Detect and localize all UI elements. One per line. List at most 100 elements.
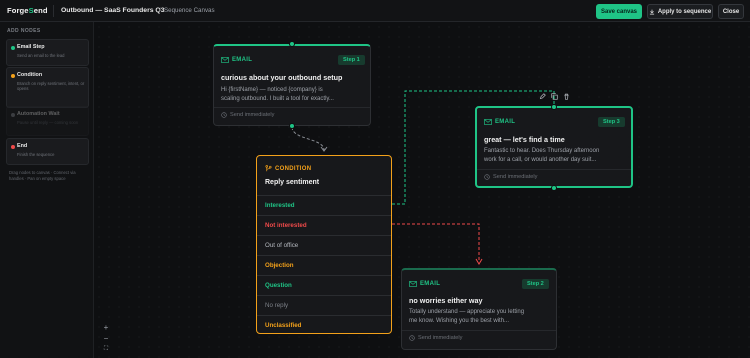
node-type: EMAIL <box>221 57 252 63</box>
zoom-out-icon: − <box>103 333 109 343</box>
email-node-step-2[interactable]: EMAIL Step 2 no worries either way Total… <box>401 268 557 350</box>
branch-label: Interested <box>265 202 295 209</box>
node-type-label: EMAIL <box>420 281 441 287</box>
email-preview: Totally understand — appreciate you lett… <box>409 308 524 325</box>
branch-label: Not interested <box>265 222 307 229</box>
branch-out-of-office[interactable]: Out of office <box>257 235 391 255</box>
input-handle[interactable] <box>289 41 295 47</box>
branch-no-reply[interactable]: No reply <box>257 295 391 315</box>
palette-item-name: Condition <box>17 72 43 78</box>
palette-item-email-step[interactable]: Email Step Send an email to the lead <box>6 39 89 66</box>
zoom-in-icon: + <box>103 322 109 332</box>
end-dot-icon <box>11 145 15 149</box>
input-handle[interactable] <box>551 104 557 110</box>
send-timing: Send immediately <box>409 335 462 341</box>
palette-heading: ADD NODES <box>7 28 41 34</box>
condition-title: Reply sentiment <box>265 179 320 186</box>
close-label: Close <box>722 8 740 15</box>
copy-icon[interactable] <box>550 92 558 100</box>
top-bar: ForgeSend Outbound — SaaS Founders Q3 / … <box>0 0 750 22</box>
send-timing-label: Send immediately <box>418 335 463 341</box>
save-canvas-button[interactable]: Save canvas <box>596 4 642 19</box>
palette-item-name: End <box>17 143 28 149</box>
email-preview-line: work for a call, or would another day su… <box>484 156 597 163</box>
clock-icon <box>221 112 227 118</box>
step-badge: Step 1 <box>338 55 365 65</box>
fit-view-icon: ⛶ <box>103 345 109 352</box>
campaign-title: Outbound — SaaS Founders Q3 <box>61 7 165 14</box>
mail-icon <box>409 281 417 287</box>
output-handle[interactable] <box>289 123 295 129</box>
mail-icon <box>484 119 492 125</box>
email-preview: Hi {firstName} — noticed {company} is sc… <box>221 86 334 103</box>
email-preview-line: me know. Wishing you the best with... <box>409 317 510 324</box>
apply-label: Apply to sequence <box>657 8 712 15</box>
divider <box>477 169 631 170</box>
send-timing-label: Send immediately <box>230 112 275 118</box>
node-type-label: EMAIL <box>232 57 253 63</box>
email-dot-icon <box>11 46 15 50</box>
divider <box>214 107 370 108</box>
branch-label: Question <box>265 282 292 289</box>
breadcrumb-page: Sequence Canvas <box>164 7 215 14</box>
send-timing-label: Send immediately <box>493 174 538 180</box>
condition-node[interactable]: CONDITION Reply sentiment Interested Not… <box>256 155 392 334</box>
palette-item-end[interactable]: End Finish the sequence <box>6 138 89 165</box>
app-logo[interactable]: ForgeSend <box>7 6 48 15</box>
palette-hint: Drag nodes to canvas · Connect via handl… <box>9 170 76 181</box>
condition-dot-icon <box>11 74 15 78</box>
branch-icon <box>265 165 272 172</box>
palette-item-desc: Finish the sequence <box>17 152 55 157</box>
output-handle[interactable] <box>551 185 557 191</box>
send-timing: Send immediately <box>221 112 274 118</box>
email-preview-line: Hi {firstName} — noticed {company} is <box>221 87 323 93</box>
clock-icon <box>484 174 490 180</box>
trash-icon[interactable] <box>562 92 570 100</box>
branch-interested[interactable]: Interested <box>257 195 391 215</box>
apply-to-sequence-button[interactable]: Apply to sequence <box>647 4 713 19</box>
breadcrumb-separator: / <box>159 7 161 14</box>
step-badge: Step 3 <box>598 117 625 127</box>
branch-unclassified[interactable]: Unclassified <box>257 315 391 335</box>
email-node-step-3[interactable]: EMAIL Step 3 great — let's find a time F… <box>475 106 633 188</box>
branch-question[interactable]: Question <box>257 275 391 295</box>
email-node-step-1[interactable]: EMAIL Step 1 curious about your outbound… <box>213 44 371 126</box>
branch-not-interested[interactable]: Not interested <box>257 215 391 235</box>
topbar-divider <box>53 5 54 17</box>
clock-icon <box>409 335 415 341</box>
node-type-label: CONDITION <box>275 165 312 172</box>
palette-item-desc: Branch on reply sentiment, intent, or op… <box>17 81 85 92</box>
palette-item-condition[interactable]: Condition Branch on reply sentiment, int… <box>6 67 89 108</box>
node-type: CONDITION <box>265 165 311 172</box>
fit-view-button[interactable]: ⛶ <box>101 344 111 354</box>
branch-label: No reply <box>265 302 289 309</box>
save-canvas-label: Save canvas <box>600 8 638 15</box>
email-preview-line: Fantastic to hear. Does Thursday afterno… <box>484 148 600 154</box>
palette-item-name: Automation Wait <box>17 111 60 117</box>
download-icon <box>649 9 654 14</box>
palette-item-desc: Send an email to the lead <box>17 53 65 58</box>
pencil-icon[interactable] <box>538 92 546 100</box>
node-palette: ADD NODES Email Step Send an email to th… <box>0 22 94 358</box>
email-preview-line: Totally understand — appreciate you lett… <box>409 309 525 315</box>
email-preview: Fantastic to hear. Does Thursday afterno… <box>484 147 599 164</box>
palette-item-name: Email Step <box>17 44 45 50</box>
zoom-in-button[interactable]: + <box>101 322 111 332</box>
step-badge: Step 2 <box>522 279 549 289</box>
palette-item-desc: Pause until reply — coming soon <box>17 120 79 125</box>
node-type: EMAIL <box>409 281 440 287</box>
branch-objection[interactable]: Objection <box>257 255 391 275</box>
zoom-out-button[interactable]: − <box>101 333 111 343</box>
email-preview-line: scaling outbound. I built a tool for exa… <box>221 95 334 102</box>
email-subject: no worries either way <box>409 296 483 305</box>
divider <box>402 330 556 331</box>
email-subject: great — let's find a time <box>484 135 565 144</box>
branch-label: Objection <box>265 262 294 269</box>
node-type-label: EMAIL <box>495 119 516 125</box>
branch-label: Out of office <box>265 242 299 249</box>
branch-label: Unclassified <box>265 322 302 329</box>
email-subject: curious about your outbound setup <box>221 73 343 82</box>
close-button[interactable]: Close <box>718 4 744 19</box>
palette-item-automation-wait: Automation Wait Pause until reply — comi… <box>6 106 89 136</box>
mail-icon <box>221 57 229 63</box>
